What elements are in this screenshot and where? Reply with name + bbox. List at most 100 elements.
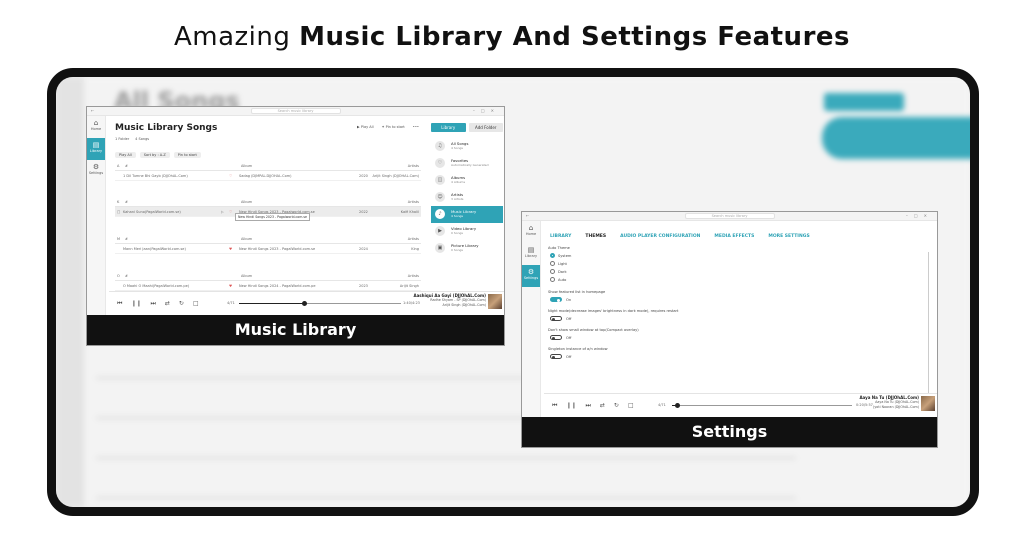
- mini-player-icon[interactable]: □: [193, 300, 199, 308]
- back-arrow-icon[interactable]: ←: [91, 108, 94, 113]
- pause-icon[interactable]: ❙❙: [566, 402, 576, 410]
- radio-icon: [550, 261, 555, 266]
- seek-knob[interactable]: [675, 403, 681, 408]
- library-item-sub: 4 Songs: [451, 214, 463, 218]
- group-header: A # Album Artists: [115, 163, 421, 171]
- sort-chip[interactable]: Sort by : A-Z: [139, 152, 170, 158]
- back-arrow-icon[interactable]: ←: [526, 213, 529, 218]
- featured-list-toggle[interactable]: On: [550, 297, 678, 302]
- favorite-icon[interactable]: ♡: [229, 174, 232, 178]
- library-item-video-library[interactable]: ▶ Video Library 0 Songs: [431, 223, 503, 240]
- table-row[interactable]: 1 Dil Tumne Bhi Gayb (DJJOhAL.Com) ♡ Sad…: [115, 171, 421, 181]
- nav-home[interactable]: ⌂ Home: [87, 116, 105, 138]
- tab-themes[interactable]: THEMES: [585, 234, 606, 239]
- nav-settings[interactable]: ⚙ Settings: [522, 265, 540, 287]
- search-input[interactable]: Search music library: [684, 213, 775, 219]
- settings-window: ← Search music library –□✕ ⌂ Home ▤ Librar…: [521, 211, 938, 448]
- window-controls[interactable]: –□✕: [906, 213, 933, 218]
- singleton-toggle[interactable]: Off: [550, 354, 678, 359]
- tab-library[interactable]: LIBRARY: [550, 234, 571, 239]
- more-options-icon[interactable]: •••: [413, 125, 419, 129]
- library-item-favorites[interactable]: ♡ Favorites Automatically Generated: [431, 155, 503, 172]
- library-side-panel: Library Add Folder ♫ All Songs 4 Songs ♡ Fa…: [429, 119, 504, 309]
- col-num: #: [125, 164, 128, 168]
- play-all-label: Play All: [360, 125, 374, 129]
- nav-settings-label: Settings: [523, 276, 539, 280]
- pin-chip[interactable]: Pin to start: [173, 152, 201, 158]
- bg-accent-block: [824, 93, 904, 111]
- favorite-icon[interactable]: ♥: [229, 247, 232, 251]
- library-item-albums[interactable]: ◫ Albums 4 Albums: [431, 172, 503, 189]
- mini-player-icon[interactable]: □: [628, 402, 634, 410]
- library-meta: 1 Folder 4 Songs: [115, 137, 149, 141]
- tab-library[interactable]: Library: [431, 123, 466, 132]
- nav-library-label: Library: [89, 149, 103, 153]
- song-artist: King: [411, 247, 419, 251]
- radio-icon: [550, 277, 555, 282]
- window-controls[interactable]: –□✕: [473, 108, 500, 113]
- toggle-switch-icon: [550, 316, 562, 321]
- add-folder-button[interactable]: Add Folder: [468, 123, 503, 132]
- play-all-chip[interactable]: Play All: [115, 152, 136, 158]
- nav-home[interactable]: ⌂ Home: [522, 221, 540, 243]
- scrollbar[interactable]: [928, 252, 929, 402]
- shuffle-icon[interactable]: ⇄: [165, 300, 170, 308]
- repeat-icon[interactable]: ↻: [179, 300, 184, 308]
- theme-option-auto[interactable]: Auto: [550, 277, 678, 282]
- tab-audio-player-configuration[interactable]: AUDIO PLAYER CONFIGURATION: [620, 234, 700, 239]
- play-all-button[interactable]: ▶ Play All: [357, 125, 374, 129]
- track-position: 4/71: [658, 403, 666, 407]
- library-item-music-library[interactable]: ♪ Music Library 4 Songs: [431, 206, 503, 223]
- table-row[interactable]: O Maahi O Maahi(PagalWorld.com.pe) ♥ New…: [115, 281, 421, 291]
- play-icon[interactable]: ▷: [221, 210, 224, 214]
- skip-forward-icon[interactable]: ⏭: [150, 300, 155, 308]
- compact-overlay-toggle[interactable]: Off: [550, 335, 678, 340]
- skip-back-icon[interactable]: ⏮: [117, 300, 122, 308]
- skip-forward-icon[interactable]: ⏭: [585, 402, 590, 410]
- col-num: #: [125, 200, 128, 204]
- gear-icon: ⚙: [527, 268, 535, 276]
- shuffle-icon[interactable]: ⇄: [600, 402, 605, 410]
- table-row[interactable]: Mann Meri Jaan(PagalWorld.com.se) ♥ New …: [115, 244, 421, 254]
- song-title: O Maahi O Maahi(PagalWorld.com.pe): [123, 284, 190, 288]
- col-album: Album: [241, 200, 253, 204]
- caption-music-library: Music Library: [87, 315, 504, 345]
- toggle-switch-icon: [550, 297, 562, 302]
- song-count: 4 Songs: [135, 137, 150, 141]
- search-input[interactable]: Search music library: [250, 108, 341, 114]
- bg-sidebar: [56, 77, 84, 507]
- favorite-icon[interactable]: ♥: [229, 284, 232, 288]
- theme-option-light[interactable]: Light: [550, 261, 678, 266]
- seek-track[interactable]: [672, 405, 852, 406]
- library-item-sub: 4 Songs: [451, 146, 463, 150]
- row-checkbox[interactable]: □: [117, 210, 120, 214]
- group-letter: M: [117, 237, 121, 241]
- skip-back-icon[interactable]: ⏮: [552, 402, 557, 410]
- pin-to-start-button[interactable]: ✦ Pin to start: [382, 125, 405, 129]
- night-mode-toggle[interactable]: Off: [550, 316, 678, 321]
- library-item-all-songs[interactable]: ♫ All Songs 4 Songs: [431, 138, 503, 155]
- nav-strip: ⌂ Home ▤ Library ⚙ Settings: [522, 221, 541, 447]
- repeat-icon[interactable]: ↻: [614, 402, 619, 410]
- library-item-picture-library[interactable]: ▣ Picture Library 0 Songs: [431, 240, 503, 257]
- seek-knob[interactable]: [301, 301, 307, 306]
- tab-more-settings[interactable]: MORE SETTINGS: [768, 234, 809, 239]
- pause-icon[interactable]: ❙❙: [131, 300, 141, 308]
- theme-option-system[interactable]: System: [550, 253, 678, 258]
- tab-media-effects[interactable]: MEDIA EFFECTS: [714, 234, 754, 239]
- nav-settings[interactable]: ⚙ Settings: [87, 160, 105, 182]
- nav-library[interactable]: ▤ Library: [87, 138, 105, 160]
- library-item-sub: 3 Artists: [451, 197, 464, 201]
- album-art[interactable]: [921, 396, 935, 411]
- song-title: 1 Dil Tumne Bhi Gayb (DJJOhAL.Com): [123, 174, 188, 178]
- col-num: #: [125, 237, 128, 241]
- nav-library[interactable]: ▤ Library: [522, 243, 540, 265]
- theme-option-label: Auto: [558, 277, 567, 282]
- headline-bold: Music Library And Settings Features: [299, 22, 850, 52]
- theme-option-dark[interactable]: Dark: [550, 269, 678, 274]
- album-art[interactable]: [488, 294, 502, 309]
- themes-settings: Auto Theme System Light Dark Auto Show f…: [548, 246, 678, 366]
- library-item-artists[interactable]: ☺ Artists 3 Artists: [431, 189, 503, 206]
- favorite-icon[interactable]: ♡: [229, 210, 232, 214]
- group-header: O # Album Artists: [115, 273, 421, 281]
